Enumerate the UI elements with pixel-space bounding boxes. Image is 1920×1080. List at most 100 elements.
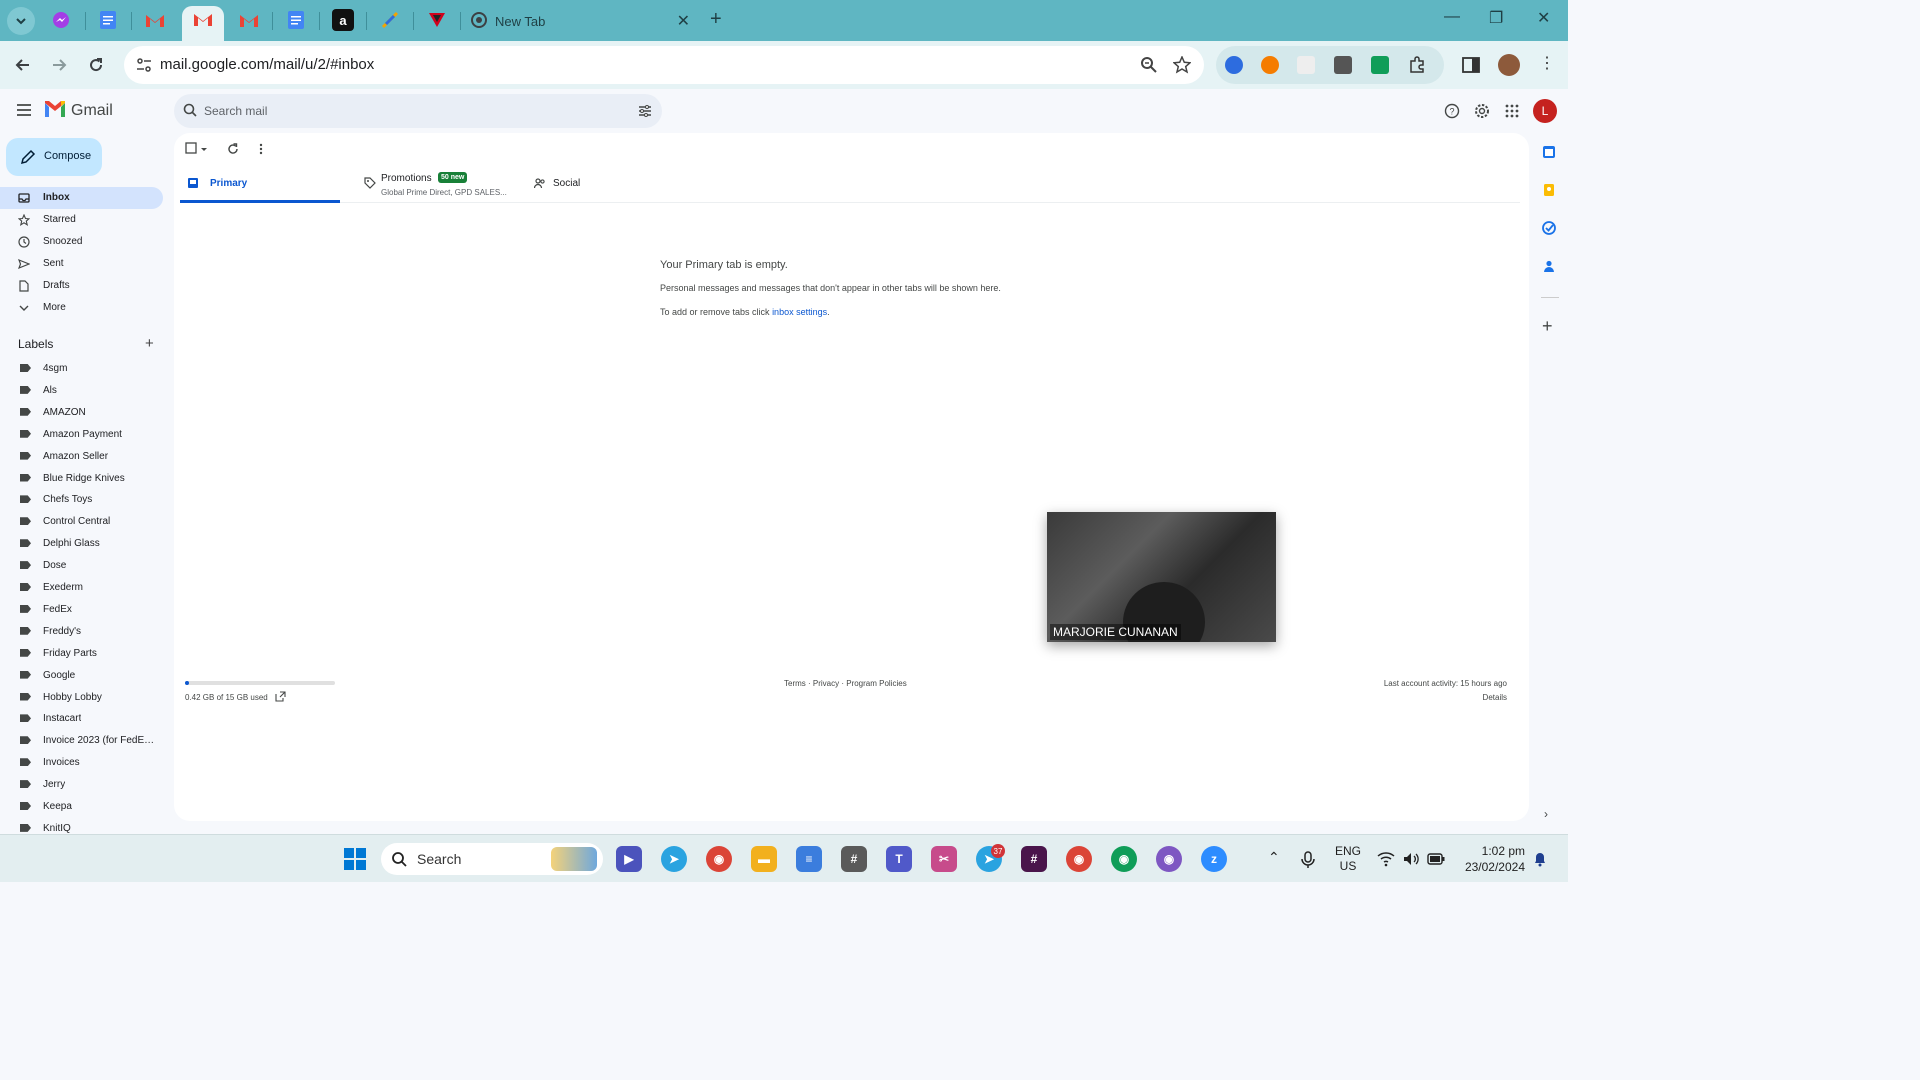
- address-bar[interactable]: mail.google.com/mail/u/2/#inbox: [124, 46, 1204, 84]
- close-tab-icon[interactable]: ✕: [677, 11, 690, 31]
- sidebar-item-more[interactable]: More: [0, 297, 163, 319]
- privacy-link[interactable]: Privacy: [813, 679, 839, 688]
- reload-button[interactable]: [85, 54, 107, 76]
- show-hidden-icons-button[interactable]: ⌃: [1268, 849, 1280, 866]
- microphone-icon[interactable]: [1301, 851, 1315, 869]
- label-item[interactable]: Instacart: [0, 708, 163, 730]
- support-icon[interactable]: ?: [1444, 103, 1460, 119]
- bookmark-star-icon[interactable]: [1173, 56, 1191, 74]
- label-item[interactable]: Dose: [0, 555, 163, 577]
- program-policies-link[interactable]: Program Policies: [846, 679, 906, 688]
- label-item[interactable]: 4sgm: [0, 358, 163, 380]
- label-item[interactable]: Jerry: [0, 774, 163, 796]
- label-item[interactable]: Chefs Toys: [0, 489, 163, 511]
- windows-start-icon[interactable]: [343, 847, 367, 871]
- chrome-app-icon[interactable]: ◉: [706, 846, 732, 872]
- apps-grid-icon[interactable]: [1504, 103, 1520, 119]
- chrome-profile-2-icon[interactable]: ◉: [1111, 846, 1137, 872]
- gmail-tab-3[interactable]: [238, 9, 260, 31]
- slack-icon[interactable]: #: [1021, 846, 1047, 872]
- label-item[interactable]: Amazon Payment: [0, 424, 163, 446]
- extension-off-icon[interactable]: [1334, 56, 1352, 74]
- extension-rs-icon[interactable]: [1371, 56, 1389, 74]
- extension-3-icon[interactable]: [1297, 56, 1315, 74]
- gmail-product-name[interactable]: Gmail: [71, 102, 113, 120]
- sidebar-item-inbox[interactable]: Inbox: [0, 187, 163, 209]
- label-item[interactable]: Keepa: [0, 796, 163, 818]
- sidebar-item-starred[interactable]: Starred: [0, 209, 163, 231]
- search-icon[interactable]: [183, 103, 197, 117]
- app-tab[interactable]: [379, 9, 401, 31]
- label-item[interactable]: FedEx: [0, 599, 163, 621]
- label-item[interactable]: Invoice 2023 (for FedEx ...: [0, 730, 163, 752]
- file-explorer-icon[interactable]: ▬: [751, 846, 777, 872]
- browser-menu-icon[interactable]: ⋮: [1539, 53, 1555, 73]
- tasks-icon[interactable]: [1542, 221, 1556, 235]
- back-button[interactable]: [12, 54, 34, 76]
- taskbar-clock[interactable]: 1:02 pm 23/02/2024: [1455, 843, 1525, 875]
- app-tab-2[interactable]: [426, 9, 448, 31]
- taskbar-search-input[interactable]: Search: [417, 851, 461, 867]
- extension-1-icon[interactable]: [1225, 56, 1243, 74]
- compose-button[interactable]: Compose: [6, 138, 102, 176]
- input-language[interactable]: ENG US: [1334, 844, 1362, 874]
- calculator-icon[interactable]: #: [841, 846, 867, 872]
- label-item[interactable]: Google: [0, 665, 163, 687]
- label-item[interactable]: Delphi Glass: [0, 533, 163, 555]
- zoom-icon[interactable]: [1140, 56, 1158, 74]
- teams-icon[interactable]: T: [886, 846, 912, 872]
- tab-primary[interactable]: Primary: [180, 170, 340, 203]
- snipping-tool-icon[interactable]: ✂: [931, 846, 957, 872]
- inbox-settings-link[interactable]: inbox settings: [772, 307, 827, 317]
- label-item[interactable]: Friday Parts: [0, 643, 163, 665]
- docs-tab-2[interactable]: [285, 9, 307, 31]
- docs-tab-1[interactable]: [97, 9, 119, 31]
- gmail-tab-active[interactable]: [182, 6, 224, 41]
- contacts-icon[interactable]: [1542, 259, 1556, 273]
- close-window-button[interactable]: ✕: [1537, 8, 1550, 28]
- show-side-panel-icon[interactable]: ›: [1544, 807, 1548, 821]
- sidebar-item-drafts[interactable]: Drafts: [0, 275, 163, 297]
- messenger-tab[interactable]: [50, 9, 72, 31]
- meet-app-icon[interactable]: ▶: [616, 846, 642, 872]
- new-tab-button[interactable]: +: [710, 8, 722, 31]
- label-item[interactable]: Exederm: [0, 577, 163, 599]
- more-options-icon[interactable]: [254, 142, 268, 156]
- tab-social[interactable]: Social: [527, 170, 687, 203]
- sidebar-item-sent[interactable]: Sent: [0, 253, 163, 275]
- volume-icon[interactable]: [1402, 851, 1420, 867]
- label-item[interactable]: Invoices: [0, 752, 163, 774]
- activity-details-link[interactable]: Details: [1483, 693, 1507, 702]
- get-addons-button[interactable]: +: [1542, 316, 1553, 337]
- settings-gear-icon[interactable]: [1474, 103, 1490, 119]
- chrome-profile-1-icon[interactable]: ◉: [1066, 846, 1092, 872]
- create-label-button[interactable]: +: [145, 335, 154, 352]
- zoom-app-icon[interactable]: z: [1201, 846, 1227, 872]
- label-item[interactable]: Blue Ridge Knives: [0, 468, 163, 490]
- label-item[interactable]: Als: [0, 380, 163, 402]
- chrome-profile-3-icon[interactable]: ◉: [1156, 846, 1182, 872]
- extension-2-icon[interactable]: [1261, 56, 1279, 74]
- label-item[interactable]: Control Central: [0, 511, 163, 533]
- label-item[interactable]: Amazon Seller: [0, 446, 163, 468]
- taskbar-search[interactable]: Search: [381, 843, 603, 875]
- search-mail-bar[interactable]: Search mail: [174, 94, 662, 128]
- terms-link[interactable]: Terms: [784, 679, 806, 688]
- label-item[interactable]: AMAZON: [0, 402, 163, 424]
- wifi-icon[interactable]: [1377, 851, 1395, 867]
- gmail-tab-1[interactable]: [144, 9, 166, 31]
- telegram-app-icon[interactable]: ➤: [661, 846, 687, 872]
- search-options-icon[interactable]: [638, 104, 652, 118]
- main-menu-icon[interactable]: [16, 102, 32, 118]
- new-tab-tab[interactable]: New Tab ✕: [465, 9, 700, 33]
- minimize-button[interactable]: —: [1444, 8, 1460, 26]
- search-input[interactable]: Search mail: [204, 104, 267, 118]
- keep-icon[interactable]: [1542, 183, 1556, 197]
- battery-icon[interactable]: [1427, 853, 1445, 865]
- sidebar-item-snoozed[interactable]: Snoozed: [0, 231, 163, 253]
- profile-avatar[interactable]: [1498, 54, 1520, 76]
- notepad-icon[interactable]: ≡: [796, 846, 822, 872]
- select-checkbox-icon[interactable]: [185, 142, 199, 156]
- side-panel-icon[interactable]: [1462, 56, 1480, 74]
- open-external-icon[interactable]: [275, 691, 286, 702]
